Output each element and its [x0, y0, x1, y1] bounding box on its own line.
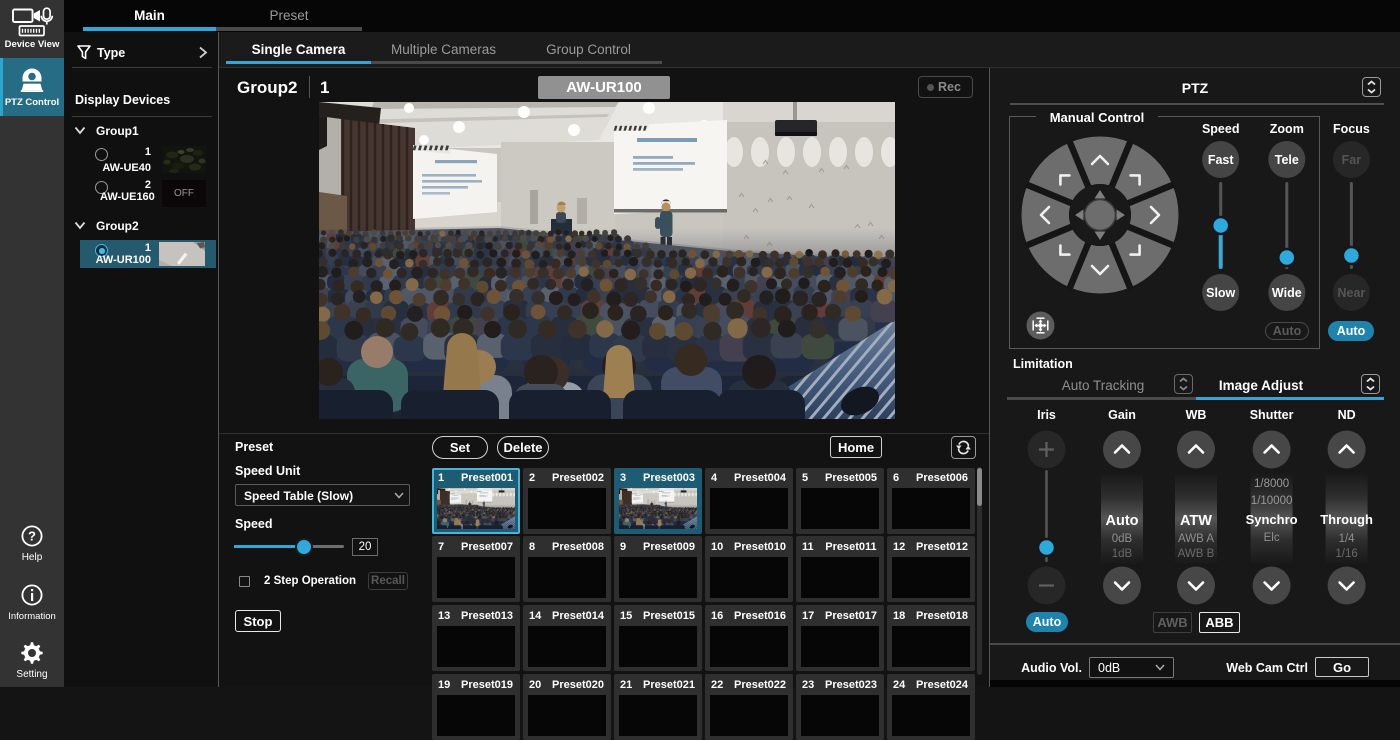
svg-text:Auto: Auto	[1105, 513, 1138, 529]
svg-text:Through: Through	[1320, 512, 1373, 527]
svg-text:Slow: Slow	[1206, 286, 1235, 300]
svg-text:0dB: 0dB	[1112, 533, 1133, 545]
svg-text:1dB: 1dB	[1112, 548, 1133, 560]
svg-text:1/10000: 1/10000	[1251, 495, 1293, 507]
svg-text:Zoom: Zoom	[1270, 122, 1304, 136]
svg-text:Speed: Speed	[1202, 122, 1240, 136]
svg-text:ATW: ATW	[1180, 513, 1212, 529]
svg-text:Focus: Focus	[1333, 122, 1370, 136]
svg-text:Iris: Iris	[1037, 408, 1056, 422]
svg-text:Shutter: Shutter	[1250, 408, 1294, 422]
svg-text:1/16: 1/16	[1335, 548, 1357, 560]
svg-text:Synchro: Synchro	[1246, 512, 1298, 527]
svg-text:ND: ND	[1338, 408, 1356, 422]
svg-text:AWB B: AWB B	[1178, 548, 1215, 560]
svg-text:Elc: Elc	[1264, 532, 1280, 544]
svg-text:1/4: 1/4	[1339, 533, 1356, 545]
svg-text:Far: Far	[1342, 153, 1362, 167]
svg-text:AWB A: AWB A	[1178, 533, 1214, 545]
svg-text:Tele: Tele	[1275, 153, 1299, 167]
svg-text:?: ?	[28, 529, 36, 544]
svg-text:Near: Near	[1338, 286, 1366, 300]
svg-text:Wide: Wide	[1272, 286, 1302, 300]
svg-text:WB: WB	[1186, 408, 1207, 422]
svg-text:Fast: Fast	[1208, 153, 1235, 167]
svg-text:Gain: Gain	[1108, 408, 1136, 422]
svg-text:1/8000: 1/8000	[1254, 478, 1289, 490]
